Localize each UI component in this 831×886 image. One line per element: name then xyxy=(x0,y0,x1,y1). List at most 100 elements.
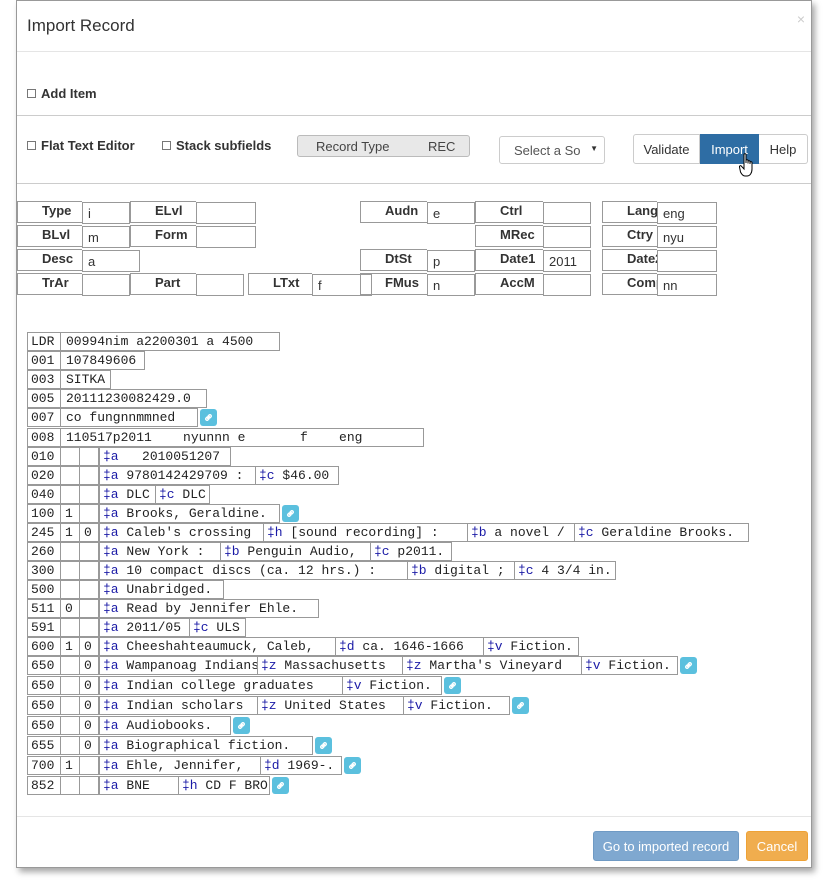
marc-indicator[interactable] xyxy=(80,776,99,795)
marc-subfield[interactable]: ‡c ULS xyxy=(189,618,246,637)
marc-subfield[interactable]: ‡a Read by Jennifer Ehle. xyxy=(99,599,319,618)
marc-indicator[interactable] xyxy=(61,618,80,637)
marc-subfield[interactable]: ‡v Fiction. xyxy=(483,637,579,656)
marc-indicator[interactable] xyxy=(80,561,99,580)
cancel-button[interactable]: Cancel xyxy=(746,831,808,861)
link-icon[interactable] xyxy=(680,657,697,674)
marc-indicator[interactable] xyxy=(61,736,80,755)
marc-indicator[interactable] xyxy=(61,580,80,599)
marc-subfield[interactable]: ‡c p2011. xyxy=(370,542,452,561)
marc-indicator[interactable] xyxy=(80,466,99,485)
marc-tag[interactable]: 650 xyxy=(27,656,61,675)
marc-tag[interactable]: 511 xyxy=(27,599,61,618)
marc-subfield[interactable]: ‡a Indian college graduates xyxy=(99,676,343,695)
marc-subfield[interactable]: ‡h CD F BRO xyxy=(178,776,270,795)
validate-button[interactable]: Validate xyxy=(633,134,700,164)
marc-indicator[interactable]: 1 xyxy=(61,504,80,523)
checkbox-icon[interactable] xyxy=(27,141,36,150)
marc-tag[interactable]: 300 xyxy=(27,561,61,580)
marc-tag[interactable]: 010 xyxy=(27,447,61,466)
marc-subfield[interactable]: ‡c Geraldine Brooks. xyxy=(574,523,749,542)
close-icon[interactable]: × xyxy=(797,11,805,27)
link-icon[interactable] xyxy=(315,737,332,754)
marc-subfield[interactable]: ‡a Caleb's crossing xyxy=(99,523,264,542)
add-item-checkbox[interactable]: Add Item xyxy=(27,86,97,101)
marc-tag[interactable]: 655 xyxy=(27,736,61,755)
marc-indicator[interactable] xyxy=(80,618,99,637)
fixed-field-input[interactable]: n xyxy=(427,274,475,296)
fixed-field-input[interactable] xyxy=(196,274,244,296)
marc-indicator[interactable] xyxy=(61,716,80,735)
fixed-field-input[interactable]: nyu xyxy=(657,226,717,248)
fixed-field-input[interactable]: m xyxy=(82,226,130,248)
checkbox-icon[interactable] xyxy=(162,141,171,150)
marc-subfield[interactable]: ‡h [sound recording] : xyxy=(263,523,468,542)
fixed-field-input[interactable]: nn xyxy=(657,274,717,296)
marc-subfield[interactable]: ‡b Penguin Audio, xyxy=(220,542,371,561)
fixed-field-input[interactable] xyxy=(196,202,256,224)
marc-subfield[interactable]: ‡a Brooks, Geraldine. xyxy=(99,504,280,523)
fixed-field-input[interactable]: p xyxy=(427,250,475,272)
marc-subfield[interactable]: ‡z Massachusetts xyxy=(257,656,403,675)
link-icon[interactable] xyxy=(512,697,529,714)
marc-tag[interactable]: 040 xyxy=(27,485,61,504)
marc-tag[interactable]: 005 xyxy=(27,389,61,408)
marc-subfield[interactable]: ‡d 1969-. xyxy=(260,756,342,775)
marc-indicator[interactable]: 0 xyxy=(80,716,99,735)
marc-indicator[interactable]: 0 xyxy=(80,637,99,656)
marc-subfield[interactable]: ‡a DLC xyxy=(99,485,156,504)
marc-indicator[interactable] xyxy=(61,656,80,675)
fixed-field-input[interactable] xyxy=(82,274,130,296)
marc-subfield[interactable]: ‡a Unabridged. xyxy=(99,580,224,599)
marc-tag[interactable]: LDR xyxy=(27,332,61,351)
fixed-field-input[interactable] xyxy=(196,226,256,248)
marc-tag[interactable]: 650 xyxy=(27,696,61,715)
link-icon[interactable] xyxy=(344,757,361,774)
marc-tag[interactable]: 700 xyxy=(27,756,61,775)
marc-tag[interactable]: 260 xyxy=(27,542,61,561)
link-icon[interactable] xyxy=(200,409,217,426)
marc-indicator[interactable] xyxy=(80,447,99,466)
link-icon[interactable] xyxy=(282,505,299,522)
marc-indicator[interactable] xyxy=(80,485,99,504)
marc-control-field[interactable]: 107849606 xyxy=(61,351,145,370)
fixed-field-input[interactable] xyxy=(657,250,717,272)
marc-control-field[interactable]: 20111230082429.0 xyxy=(61,389,207,408)
marc-control-field[interactable]: 110517p2011 nyunnn e f eng xyxy=(61,428,424,447)
marc-subfield[interactable]: ‡a Biographical fiction. xyxy=(99,736,313,755)
marc-indicator[interactable] xyxy=(61,561,80,580)
marc-subfield[interactable]: ‡c 4 3/4 in. xyxy=(514,561,616,580)
marc-tag[interactable]: 650 xyxy=(27,716,61,735)
marc-tag[interactable]: 650 xyxy=(27,676,61,695)
fixed-field-input[interactable] xyxy=(543,202,591,224)
help-button[interactable]: Help xyxy=(759,134,808,164)
marc-control-field[interactable]: 00994nim a2200301 a 4500 xyxy=(61,332,280,351)
marc-subfield[interactable]: ‡z Martha's Vineyard xyxy=(402,656,582,675)
marc-subfield[interactable]: ‡a 2011/05 xyxy=(99,618,190,637)
link-icon[interactable] xyxy=(233,717,250,734)
marc-indicator[interactable] xyxy=(80,580,99,599)
marc-subfield[interactable]: ‡b a novel / xyxy=(467,523,575,542)
link-icon[interactable] xyxy=(444,677,461,694)
marc-subfield[interactable]: ‡a New York : xyxy=(99,542,221,561)
source-select[interactable]: Select a So ▼ xyxy=(499,136,605,164)
marc-indicator[interactable] xyxy=(61,447,80,466)
marc-subfield[interactable]: ‡v Fiction. xyxy=(342,676,442,695)
link-icon[interactable] xyxy=(272,777,289,794)
marc-subfield[interactable]: ‡a 2010051207 xyxy=(99,447,231,466)
fixed-field-input[interactable] xyxy=(543,226,591,248)
marc-indicator[interactable] xyxy=(61,542,80,561)
marc-control-field[interactable]: co fungnnmmned xyxy=(61,408,198,427)
fixed-field-input[interactable] xyxy=(543,274,591,296)
marc-indicator[interactable]: 1 xyxy=(61,523,80,542)
marc-indicator[interactable]: 0 xyxy=(80,523,99,542)
marc-indicator[interactable] xyxy=(80,504,99,523)
fixed-field-input[interactable]: 2011 xyxy=(543,250,591,272)
marc-indicator[interactable] xyxy=(80,542,99,561)
marc-subfield[interactable]: ‡z United States xyxy=(257,696,404,715)
marc-subfield[interactable]: ‡a Cheeshahteaumuck, Caleb, xyxy=(99,637,336,656)
marc-indicator[interactable]: 0 xyxy=(80,696,99,715)
marc-tag[interactable]: 591 xyxy=(27,618,61,637)
marc-subfield[interactable]: ‡v Fiction. xyxy=(581,656,678,675)
marc-tag[interactable]: 001 xyxy=(27,351,61,370)
